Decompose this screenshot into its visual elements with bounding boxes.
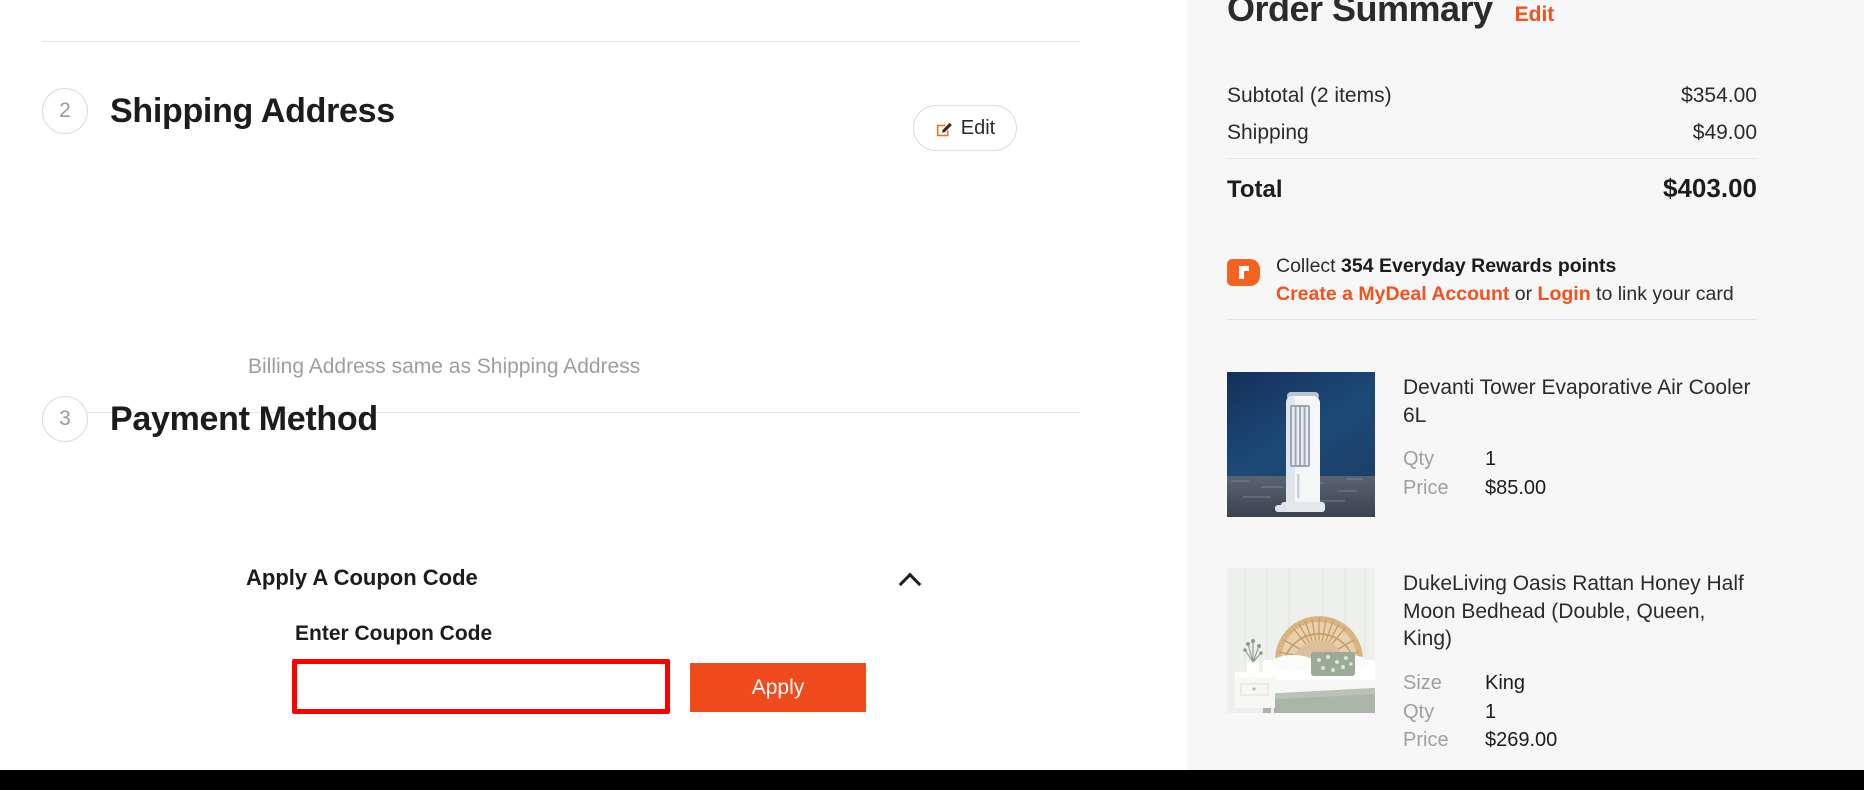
step-number-shipping: 2 — [42, 88, 88, 134]
shipping-address-header: 2 Shipping Address — [42, 88, 395, 134]
everyday-rewards-block: Collect 354 Everyday Rewards points Crea… — [1227, 252, 1757, 309]
attribute-key: Size — [1403, 672, 1442, 695]
edit-order-link[interactable]: Edit — [1515, 3, 1555, 27]
attribute-value: 1 — [1485, 448, 1497, 471]
subtotal-value: $354.00 — [1681, 84, 1757, 107]
order-summary-title: Order Summary — [1227, 0, 1493, 29]
edit-shipping-label: Edit — [960, 116, 996, 139]
order-item-attribute: Price $269.00 — [1403, 726, 1757, 754]
rewards-divider — [1227, 319, 1757, 320]
order-item-details: Devanti Tower Evaporative Air Cooler 6L … — [1403, 372, 1757, 517]
attribute-value: $85.00 — [1485, 476, 1547, 499]
attribute-value: 1 — [1485, 700, 1497, 723]
edit-shipping-address-button[interactable]: Edit — [913, 105, 1017, 151]
subtotal-label: Subtotal (2 items) — [1227, 84, 1392, 107]
rewards-link-suffix: to link your card — [1590, 283, 1734, 306]
attribute-key: Price — [1403, 476, 1449, 499]
payment-method-header: 3 Payment Method — [42, 396, 378, 442]
order-item-attribute: Qty 1 — [1403, 445, 1757, 473]
coupon-accordion-header[interactable]: Apply A Coupon Code — [246, 565, 921, 591]
order-item-name[interactable]: DukeLiving Oasis Rattan Honey Half Moon … — [1403, 570, 1757, 653]
order-summary-header: Order Summary Edit — [1227, 0, 1554, 30]
billing-address-note: Billing Address same as Shipping Address — [248, 355, 641, 378]
checkout-main-column: 2 Shipping Address Edit Billing Address … — [0, 0, 1187, 770]
coupon-accordion-title: Apply A Coupon Code — [246, 565, 478, 590]
payment-method-title: Payment Method — [110, 399, 378, 438]
order-totals: Subtotal (2 items) $354.00 Shipping $49.… — [1227, 84, 1757, 204]
login-link[interactable]: Login — [1538, 283, 1591, 305]
everyday-rewards-icon — [1227, 259, 1260, 286]
attribute-key: Qty — [1403, 700, 1435, 723]
shipping-address-title: Shipping Address — [110, 91, 395, 130]
attribute-key: Price — [1403, 728, 1449, 751]
order-item-row: Devanti Tower Evaporative Air Cooler 6L … — [1227, 372, 1757, 517]
attribute-value: King — [1485, 672, 1526, 695]
rewards-copy: Collect 354 Everyday Rewards points Crea… — [1276, 252, 1734, 309]
subtotal-row: Subtotal (2 items) $354.00 — [1227, 84, 1757, 108]
grand-total-row: Total $403.00 — [1227, 173, 1757, 204]
shipping-row: Shipping $49.00 — [1227, 121, 1757, 145]
step-number-payment: 3 — [42, 396, 88, 442]
order-item-row: DukeLiving Oasis Rattan Honey Half Moon … — [1227, 568, 1757, 754]
rewards-collect-prefix: Collect — [1276, 255, 1342, 277]
coupon-code-input[interactable] — [292, 659, 670, 714]
order-item-attribute: Size King — [1403, 669, 1757, 697]
shipping-value: $49.00 — [1692, 121, 1757, 144]
create-mydeal-account-link[interactable]: Create a MyDeal Account — [1276, 283, 1509, 305]
totals-divider — [1227, 158, 1757, 159]
viewport-bottom-bar — [0, 770, 1864, 790]
shipping-label: Shipping — [1227, 121, 1309, 144]
order-item-name[interactable]: Devanti Tower Evaporative Air Cooler 6L — [1403, 374, 1757, 429]
coupon-field-label: Enter Coupon Code — [295, 622, 493, 645]
rewards-points: 354 Everyday Rewards points — [1341, 255, 1617, 277]
order-summary-panel: Order Summary Edit Subtotal (2 items) $3… — [1187, 0, 1864, 770]
attribute-key: Qty — [1403, 448, 1435, 471]
tower-air-cooler-photo[interactable] — [1227, 372, 1375, 517]
pencil-square-icon — [935, 119, 954, 138]
attribute-value: $269.00 — [1485, 728, 1558, 751]
grand-total-value: $403.00 — [1663, 173, 1757, 203]
order-item-details: DukeLiving Oasis Rattan Honey Half Moon … — [1403, 568, 1757, 754]
checkout-page: 2 Shipping Address Edit Billing Address … — [0, 0, 1864, 790]
section-divider-top — [42, 41, 1080, 42]
rewards-or-text: or — [1509, 283, 1538, 306]
apply-coupon-button[interactable]: Apply — [690, 663, 866, 712]
order-item-attribute: Qty 1 — [1403, 698, 1757, 726]
chevron-up-icon[interactable] — [899, 572, 921, 585]
order-item-attribute: Price $85.00 — [1403, 474, 1757, 502]
grand-total-label: Total — [1227, 176, 1283, 203]
rattan-bedhead-photo[interactable] — [1227, 568, 1375, 713]
